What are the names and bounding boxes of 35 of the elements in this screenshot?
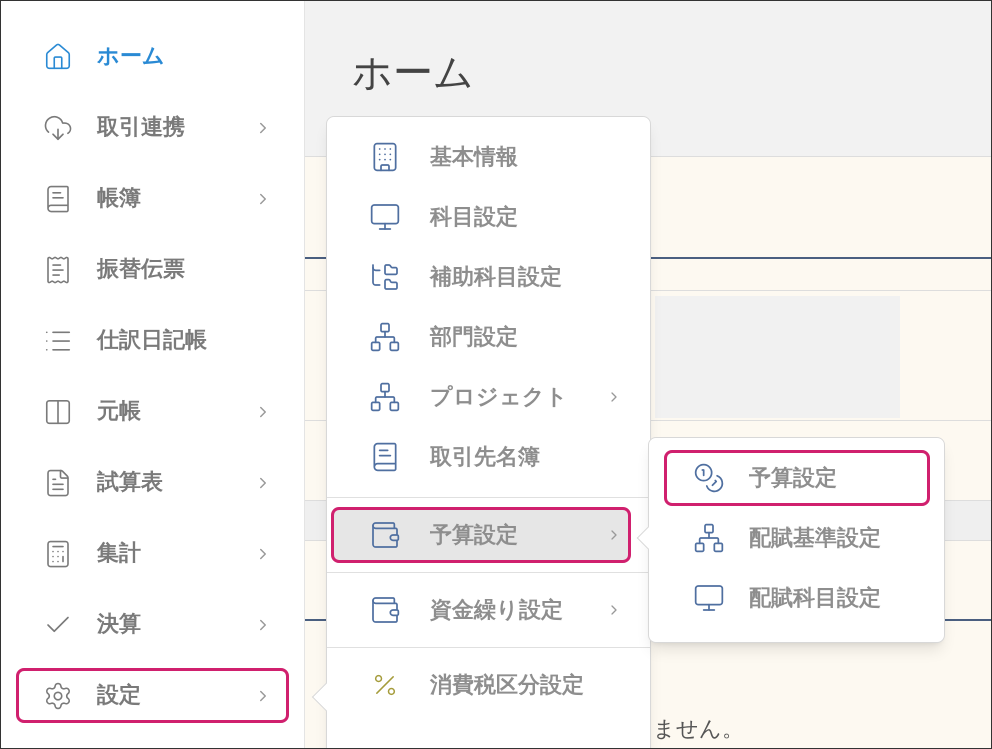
monitor-icon [693,582,725,614]
submenu-item[interactable]: 配賦科目設定 [664,570,930,626]
sidebar-item[interactable]: 元帳 [16,384,289,439]
menu-item[interactable]: 補助科目設定 [331,247,631,307]
home-icon [43,42,73,72]
page-title: ホーム [352,49,475,98]
sidebar-item[interactable]: 取引連携 [16,100,289,155]
sidebar-item[interactable]: 仕訳日記帳 [16,313,289,368]
menu-item[interactable]: 部門設定 [331,307,631,367]
wallet-icon [369,519,401,551]
submenu-item[interactable]: 配賦基準設定 [664,510,930,566]
submenu-item[interactable]: 予算設定 [664,450,930,506]
coins-icon [693,462,725,494]
menu-item[interactable]: 科目設定 [331,187,631,247]
folder-tree-icon [369,261,401,293]
sidebar-item[interactable]: 決算 [16,597,289,652]
sidebar-item[interactable]: ホーム [16,29,289,84]
sidebar-item[interactable]: 振替伝票 [16,242,289,297]
message-text: ません。 [653,716,744,744]
sidebar-item[interactable]: 設定 [16,668,289,723]
wallet-icon [369,594,401,626]
sidebar-item[interactable]: 試算表 [16,455,289,510]
menu-item[interactable]: プロジェクト [331,367,631,427]
menu-item[interactable]: 取引先名簿 [331,427,631,487]
menu-item[interactable]: 消費税区分設定 [331,657,631,713]
sidebar-item[interactable]: 帳簿 [16,171,289,226]
menu-item[interactable]: 基本情報 [331,127,631,187]
hierarchy-icon [369,381,401,413]
monitor-icon [369,201,401,233]
sidebar-item[interactable]: 集計 [16,526,289,581]
menu-item[interactable]: 資金繰り設定 [331,582,631,638]
hierarchy-icon [693,522,725,554]
hierarchy-icon [369,321,401,353]
settings-icon [43,680,73,710]
menu-item[interactable]: 予算設定 [331,507,631,563]
